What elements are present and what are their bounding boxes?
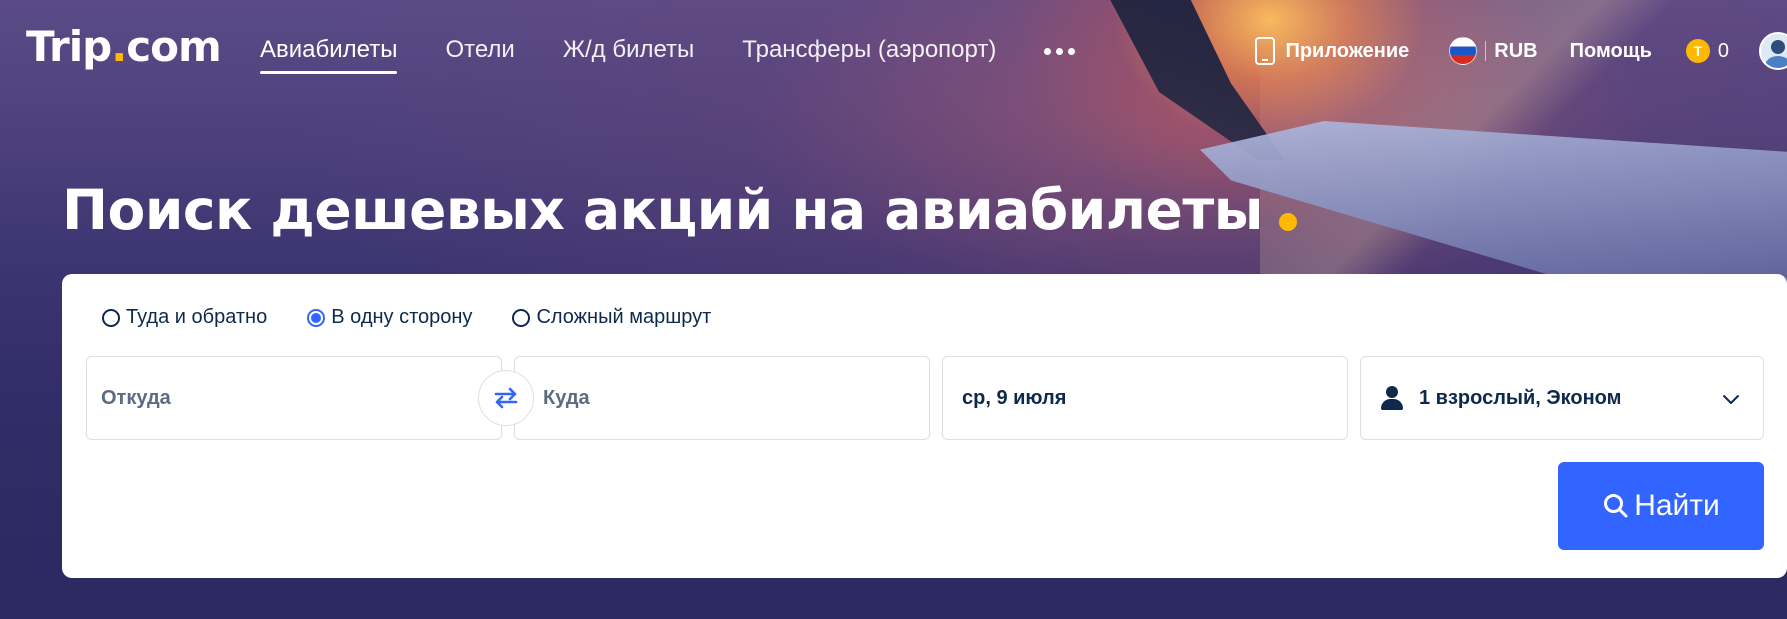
- russia-flag-icon: [1449, 37, 1478, 65]
- logo-text-suffix: com: [126, 22, 222, 71]
- destination-placeholder: Куда: [543, 386, 590, 409]
- logo-text: Trip: [26, 22, 112, 71]
- departure-date-value: ср, 9 июля: [962, 386, 1067, 409]
- passengers-value: 1 взрослый, Эконом: [1419, 386, 1622, 409]
- trip-type-label: Сложный маршрут: [536, 306, 712, 328]
- divider: [1485, 41, 1487, 61]
- trip-coins[interactable]: T 0: [1685, 39, 1729, 63]
- nav-transfers[interactable]: Трансферы (аэропорт): [742, 36, 996, 74]
- passengers-class-selector[interactable]: 1 взрослый, Эконом: [1360, 356, 1764, 440]
- trip-type-multicity[interactable]: Сложный маршрут: [512, 306, 711, 329]
- coins-count: 0: [1717, 39, 1729, 62]
- nav-flights[interactable]: Авиабилеты: [260, 36, 398, 74]
- radio-oneway[interactable]: [307, 308, 326, 327]
- top-header: Trip.com Авиабилеты Отели Ж/д билеты Тра…: [0, 0, 1787, 100]
- chevron-down-icon: [1723, 395, 1739, 404]
- language-currency-selector[interactable]: RUB: [1449, 37, 1538, 65]
- main-nav: Авиабилеты Отели Ж/д билеты Трансферы (а…: [260, 36, 1076, 74]
- page-title-text: Поиск дешевых акций на авиабилеты: [62, 178, 1263, 242]
- person-icon: [1381, 386, 1403, 410]
- nav-trains[interactable]: Ж/д билеты: [563, 36, 694, 74]
- search-button[interactable]: Найти: [1558, 462, 1764, 550]
- coin-icon: T: [1685, 39, 1710, 63]
- phone-icon: [1255, 37, 1276, 65]
- trip-type-oneway[interactable]: В одну сторону: [307, 306, 472, 329]
- help-link[interactable]: Помощь: [1570, 40, 1652, 63]
- search-button-label: Найти: [1634, 489, 1720, 522]
- currency-label: RUB: [1494, 39, 1538, 62]
- origin-input[interactable]: Откуда: [86, 356, 502, 440]
- destination-input[interactable]: Куда: [514, 356, 930, 440]
- header-actions: Приложение RUB Помощь T 0: [1255, 32, 1787, 70]
- title-dot: [1278, 213, 1297, 231]
- search-icon: [1604, 494, 1628, 518]
- trip-logo[interactable]: Trip.com: [26, 22, 222, 71]
- radio-multicity[interactable]: [512, 308, 531, 327]
- app-label: Приложение: [1285, 39, 1410, 62]
- swap-icon: [494, 387, 518, 409]
- trip-type-selector: Туда и обратно В одну сторону Сложный ма…: [102, 306, 751, 329]
- trip-type-roundtrip[interactable]: Туда и обратно: [102, 306, 267, 329]
- nav-hotels[interactable]: Отели: [445, 36, 514, 74]
- trip-type-label: В одну сторону: [331, 306, 473, 328]
- logo-dot: .: [111, 22, 127, 71]
- departure-date-field[interactable]: ср, 9 июля: [942, 356, 1348, 440]
- avatar[interactable]: [1759, 32, 1787, 70]
- more-dots-icon[interactable]: [1044, 36, 1076, 64]
- app-download-link[interactable]: Приложение: [1255, 37, 1409, 65]
- page-title: Поиск дешевых акций на авиабилеты: [62, 178, 1297, 242]
- swap-cities-button[interactable]: [478, 370, 534, 426]
- radio-roundtrip[interactable]: [102, 308, 120, 327]
- origin-placeholder: Откуда: [101, 386, 171, 409]
- trip-type-label: Туда и обратно: [126, 306, 268, 328]
- flight-search-card: Туда и обратно В одну сторону Сложный ма…: [62, 274, 1787, 578]
